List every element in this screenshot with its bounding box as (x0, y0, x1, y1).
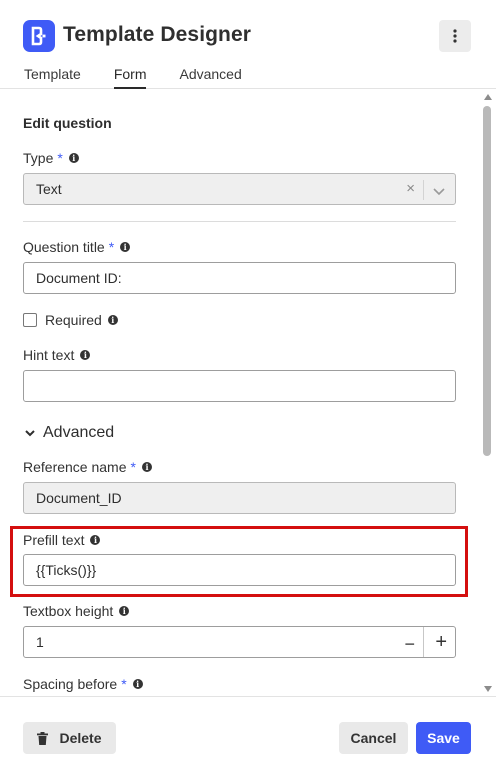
info-icon[interactable]: i (141, 462, 152, 472)
form-panel: Edit question Type * i Text × Question t… (0, 0, 496, 696)
select-separator (423, 180, 424, 200)
vertical-scrollbar[interactable] (481, 92, 493, 694)
question-title-input[interactable]: Document ID: (23, 262, 456, 294)
chevron-down-icon (25, 424, 35, 442)
required-mark: * (121, 676, 127, 692)
info-icon[interactable]: i (120, 242, 131, 252)
required-label-text: Required (45, 312, 102, 328)
stepper-separator (423, 627, 424, 657)
required-label[interactable]: Required i (45, 312, 118, 328)
reference-name-input[interactable]: Document_ID (23, 482, 456, 514)
reference-name-value: Document_ID (36, 490, 122, 506)
scroll-down-arrow[interactable] (484, 686, 492, 692)
info-icon[interactable]: i (107, 315, 118, 325)
type-label-text: Type (23, 150, 54, 166)
info-icon[interactable]: i (68, 153, 79, 163)
type-select-value: Text (36, 181, 62, 197)
textbox-height-value: 1 (36, 634, 44, 650)
hint-text-label: Hint text i (23, 347, 91, 363)
section-title: Edit question (23, 115, 112, 131)
delete-button[interactable]: Delete (23, 722, 116, 754)
hint-text-label-text: Hint text (23, 347, 75, 363)
trash-icon (37, 731, 49, 745)
info-icon[interactable]: i (132, 679, 143, 689)
textbox-height-label-text: Textbox height (23, 603, 114, 619)
required-mark: * (108, 239, 115, 255)
question-title-value: Document ID: (36, 270, 122, 286)
question-title-label: Question title * i (23, 239, 131, 255)
footer-bar: Delete Cancel Save (0, 696, 496, 777)
textbox-height-stepper[interactable]: 1 − + (23, 626, 456, 658)
spacing-before-label: Spacing before * i (23, 676, 143, 692)
prefill-text-value: {{Ticks()}} (36, 562, 97, 578)
reference-name-label: Reference name * i (23, 459, 152, 475)
required-mark: * (130, 459, 136, 475)
advanced-toggle[interactable]: Advanced (25, 424, 114, 442)
divider (23, 221, 456, 222)
prefill-text-label: Prefill text i (23, 532, 101, 548)
prefill-text-input[interactable]: {{Ticks()}} (23, 554, 456, 586)
clear-icon[interactable]: × (406, 180, 415, 197)
spacing-before-label-text: Spacing before (23, 676, 118, 692)
decrement-button[interactable]: − (404, 634, 415, 655)
hint-text-input[interactable] (23, 370, 456, 402)
chevron-down-icon[interactable] (433, 183, 445, 199)
required-checkbox[interactable] (23, 313, 37, 327)
delete-label: Delete (59, 730, 102, 746)
type-label: Type * i (23, 150, 79, 166)
advanced-toggle-label: Advanced (43, 424, 115, 441)
reference-name-label-text: Reference name (23, 459, 127, 475)
type-select[interactable]: Text × (23, 173, 456, 205)
scroll-thumb[interactable] (483, 106, 491, 456)
question-title-label-text: Question title (23, 239, 105, 255)
cancel-button[interactable]: Cancel (339, 722, 408, 754)
textbox-height-label: Textbox height i (23, 603, 130, 619)
info-icon[interactable]: i (90, 535, 101, 545)
prefill-text-label-text: Prefill text (23, 532, 85, 548)
scroll-up-arrow[interactable] (484, 94, 492, 100)
increment-button[interactable]: + (435, 631, 447, 654)
required-mark: * (57, 150, 63, 166)
info-icon[interactable]: i (119, 606, 130, 616)
save-button[interactable]: Save (416, 722, 471, 754)
info-icon[interactable]: i (80, 350, 91, 360)
